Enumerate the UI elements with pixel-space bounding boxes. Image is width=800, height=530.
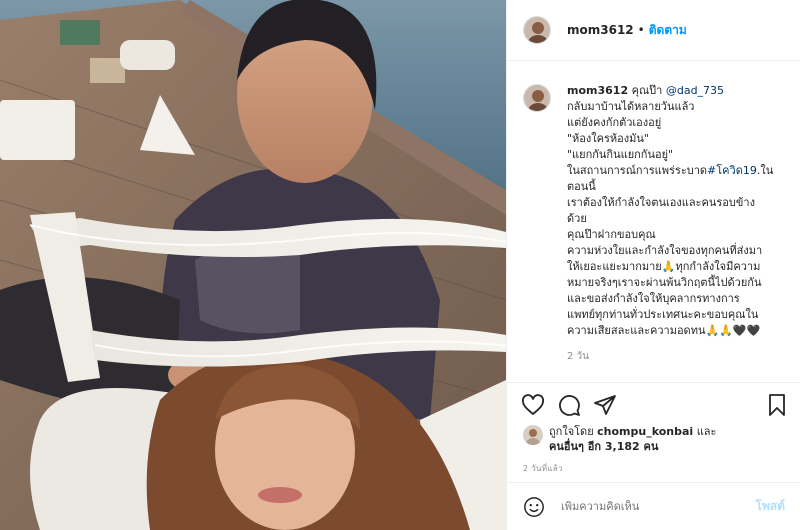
caption-line: แต่ยังคงกักตัวเองอยู่ [567, 116, 662, 129]
caption-line: หมายจริงๆเราจะผ่านพ้นวิกฤตนี้ไปด้วยกัน [567, 276, 762, 289]
liker-username[interactable]: chompu_konbai [597, 425, 693, 438]
comment-icon[interactable] [557, 393, 581, 417]
caption-text: mom3612 คุณป๊า @dad_735 กลับมาบ้านได้หลา… [567, 83, 785, 381]
post-header: mom3612 • ติดตาม [507, 0, 800, 61]
post-photo[interactable] [0, 0, 506, 530]
caption-timestamp[interactable]: 2 วัน [567, 349, 785, 365]
caption-line: ให้เยอะแยะมากมาย🙏ทุกกำลังใจมีความ [567, 260, 761, 273]
posted-time[interactable]: 2 วันที่แล้ว [523, 462, 563, 475]
caption-line: กลับมาบ้านได้หลายวันแล้ว [567, 100, 695, 113]
caption-line: ความห่วงใยและกำลังใจของทุกคนที่ส่งมา [567, 244, 763, 257]
avatar[interactable] [523, 16, 551, 44]
caption-line: ด้วย [567, 212, 587, 225]
caption-line: เราต้องให้กำลังใจตนเองและคนรอบข้าง [567, 196, 755, 209]
caption-line: "แยกกันกินแยกกันอยู่" [567, 148, 674, 161]
caption-line: ความเสียสละและความอดทน🙏🙏🖤🖤 [567, 324, 761, 337]
caption-mention[interactable]: @dad_735 [666, 84, 724, 97]
caption-prefix: คุณป๊า [631, 84, 663, 97]
caption-username[interactable]: mom3612 [567, 84, 628, 97]
comment-input[interactable] [561, 500, 756, 513]
emoji-icon[interactable] [523, 496, 545, 518]
caption-hashtag[interactable]: #โควิด19 [707, 164, 757, 177]
bookmark-icon[interactable] [765, 393, 789, 417]
heart-icon[interactable] [521, 393, 545, 417]
share-icon[interactable] [593, 393, 617, 417]
likes-unit: คน [643, 440, 659, 453]
caption-line: และขอส่งกำลังใจให้บุคลากรทางการ [567, 292, 740, 305]
caption-line: "ห้องใครห้องมัน" [567, 132, 649, 145]
photo-illustration [0, 0, 506, 530]
likes-others-prefix: คนอื่นๆ อีก [549, 440, 602, 453]
instagram-post: mom3612 • ติดตาม mom3612 คุณป๊า @dad_735… [0, 0, 800, 530]
caption-avatar[interactable] [523, 84, 551, 112]
caption-line: ในสถานการณ์การแพร่ระบาด [567, 164, 708, 177]
follow-button[interactable]: ติดตาม [649, 21, 687, 40]
header-separator: • [637, 23, 645, 37]
caption-line: คุณป๊าฝากขอบคุณ [567, 228, 656, 241]
caption-line: แพทย์ทุกท่านทั่วประเทศนะคะขอบคุณใน [567, 308, 759, 321]
action-bar [507, 382, 800, 426]
likes-prefix: ถูกใจโดย [549, 425, 594, 438]
caption-section: mom3612 คุณป๊า @dad_735 กลับมาบ้านได้หลา… [507, 61, 800, 381]
liker-avatar[interactable] [523, 425, 543, 445]
likes-others[interactable]: คนอื่นๆ อีก 3,182 คน [549, 440, 658, 453]
likes-count: 3,182 [604, 440, 640, 453]
caption-hashtag-suffix: .ใน [756, 164, 774, 177]
post-sidebar: mom3612 • ติดตาม mom3612 คุณป๊า @dad_735… [506, 0, 800, 530]
header-username[interactable]: mom3612 [567, 23, 634, 37]
likes-conj: และ [696, 425, 717, 438]
post-comment-button[interactable]: โพสต์ [756, 497, 785, 516]
likes-summary: ถูกใจโดย chompu_konbai และ คนอื่นๆ อีก 3… [523, 424, 716, 454]
add-comment-bar: โพสต์ [507, 482, 800, 530]
caption-line: ตอนนี้ [567, 180, 596, 193]
